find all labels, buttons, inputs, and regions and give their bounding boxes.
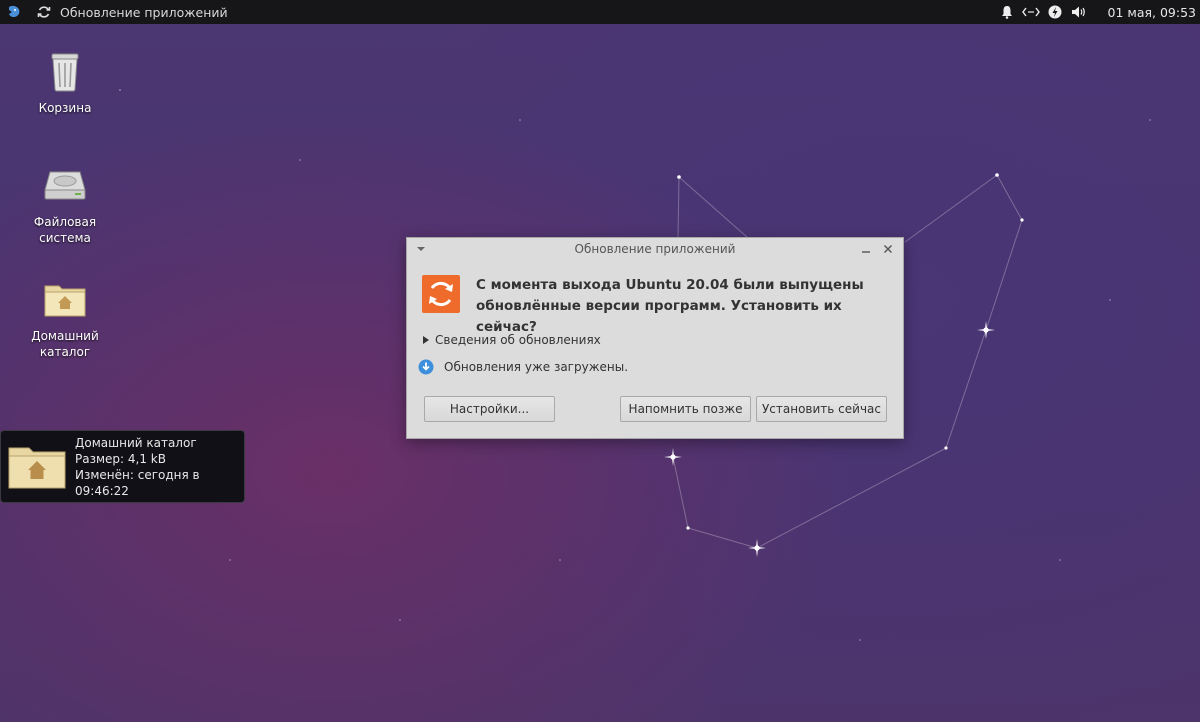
- remind-later-button[interactable]: Напомнить позже: [620, 396, 751, 422]
- download-status: Обновления уже загружены.: [418, 359, 628, 375]
- update-dialog: Обновление приложений С момента выхода U…: [406, 237, 904, 439]
- desktop-icon-home[interactable]: Домашний каталог: [15, 276, 115, 360]
- close-icon[interactable]: [881, 242, 895, 256]
- dialog-title: Обновление приложений: [574, 242, 736, 256]
- dialog-titlebar[interactable]: Обновление приложений: [407, 238, 903, 260]
- home-folder-icon: [41, 276, 89, 324]
- trash-icon: [41, 48, 89, 96]
- drive-icon: [41, 162, 89, 210]
- expander-arrow-icon: [423, 335, 431, 345]
- download-info-icon: [418, 359, 434, 375]
- desktop-icon-trash[interactable]: Корзина: [15, 48, 115, 116]
- details-expander[interactable]: Сведения об обновлениях: [423, 333, 601, 347]
- desktop-icon-filesystem[interactable]: Файловая система: [15, 162, 115, 246]
- tooltip-size: Размер: 4,1 kB: [75, 451, 166, 466]
- minimize-icon[interactable]: [859, 242, 873, 256]
- tooltip-modified: Изменён: сегодня в 09:46:22: [75, 467, 200, 498]
- window-menu-icon[interactable]: [415, 243, 427, 255]
- desktop-icon-label: Домашний каталог: [31, 329, 99, 359]
- status-text: Обновления уже загружены.: [444, 360, 629, 374]
- home-folder-icon: [7, 442, 67, 492]
- details-label: Сведения об обновлениях: [435, 333, 601, 347]
- desktop-icon-label: Корзина: [38, 101, 92, 115]
- install-now-button[interactable]: Установить сейчас: [756, 396, 887, 422]
- file-tooltip: Домашний каталог Размер: 4,1 kB Изменён:…: [0, 430, 245, 503]
- desktop-icon-label: Файловая система: [33, 215, 97, 245]
- settings-button[interactable]: Настройки...: [424, 396, 555, 422]
- dialog-headline: С момента выхода Ubuntu 20.04 были выпущ…: [422, 275, 896, 338]
- tooltip-name: Домашний каталог: [75, 435, 197, 450]
- software-update-icon: [422, 275, 460, 313]
- headline-text: С момента выхода Ubuntu 20.04 были выпущ…: [476, 277, 864, 335]
